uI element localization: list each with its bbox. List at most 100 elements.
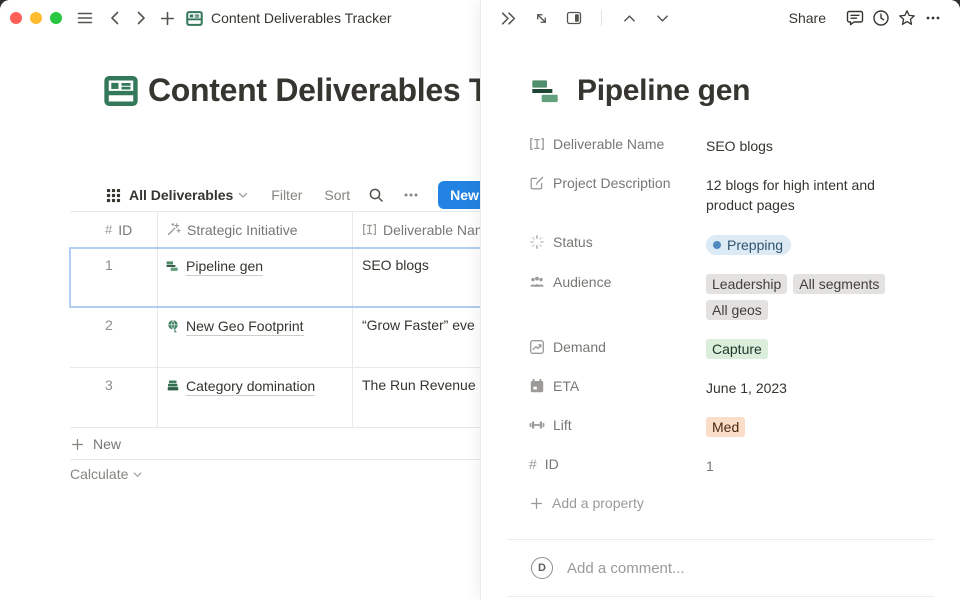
property-value[interactable]: 12 blogs for high intent and product pag…	[706, 167, 934, 223]
page-link[interactable]: New Geo Footprint	[186, 317, 304, 336]
next-record-icon[interactable]	[649, 5, 675, 31]
dumbbell-icon	[529, 417, 545, 433]
property-row-eta: ETA June 1, 2023	[529, 370, 934, 406]
property-label[interactable]: Lift	[529, 409, 706, 441]
titlebar: Content Deliverables Tracker	[0, 0, 480, 36]
zoom-window-button[interactable]	[50, 12, 62, 24]
filter-button[interactable]: Filter	[271, 187, 302, 203]
expand-full-page-icon[interactable]	[528, 5, 554, 31]
property-value[interactable]: SEO blogs	[706, 128, 934, 164]
globe-icon	[166, 317, 180, 333]
search-icon[interactable]	[368, 187, 384, 203]
property-row-audience: Audience Leadership All segments All geo…	[529, 266, 934, 328]
audience-tag[interactable]: Leadership	[706, 274, 787, 294]
minimize-window-button[interactable]	[30, 12, 42, 24]
property-label[interactable]: Project Description	[529, 167, 706, 199]
comments-icon[interactable]	[842, 5, 868, 31]
view-chevron-down-icon[interactable]	[237, 189, 249, 201]
panel-divider	[507, 539, 934, 540]
app-window: Content Deliverables Tracker Content Del…	[0, 0, 960, 600]
property-row-project-description: Project Description 12 blogs for high in…	[529, 167, 934, 223]
property-value[interactable]: Leadership All segments All geos	[706, 266, 934, 328]
comment-composer[interactable]: D Add a comment...	[531, 557, 934, 579]
comment-input-placeholder[interactable]: Add a comment...	[567, 560, 685, 577]
column-header-strategic-initiative[interactable]: Strategic Initiative	[158, 212, 353, 247]
audience-tag[interactable]: All geos	[706, 300, 768, 320]
title-property-icon	[362, 222, 377, 237]
cell-strategic-initiative[interactable]: Category domination	[158, 368, 353, 427]
more-options-icon[interactable]	[402, 186, 420, 204]
forward-icon[interactable]	[128, 5, 154, 31]
column-header-id[interactable]: # ID	[70, 212, 158, 247]
plus-icon	[70, 437, 85, 452]
cell-id: 2	[70, 308, 158, 367]
database-page-icon[interactable]	[104, 74, 138, 108]
share-button[interactable]: Share	[789, 10, 826, 26]
cell-id: 1	[70, 248, 158, 307]
page-more-options-icon[interactable]	[920, 5, 946, 31]
property-row-lift: Lift Med	[529, 409, 934, 445]
record-header: Pipeline gen	[531, 74, 750, 108]
property-label[interactable]: ETA	[529, 370, 706, 402]
favorite-star-icon[interactable]	[894, 5, 920, 31]
people-icon	[529, 274, 545, 290]
title-property-icon	[529, 136, 545, 152]
property-value[interactable]: Med	[706, 409, 934, 445]
status-pill[interactable]: Prepping	[706, 235, 791, 255]
property-label[interactable]: # ID	[529, 448, 706, 480]
comment-bottom-divider	[507, 596, 934, 597]
cell-strategic-initiative[interactable]: Pipeline gen	[158, 248, 353, 307]
view-name[interactable]: All Deliverables	[129, 187, 233, 203]
property-value[interactable]: Capture	[706, 331, 934, 367]
page-link[interactable]: Pipeline gen	[186, 257, 263, 276]
cell-id: 3	[70, 368, 158, 427]
calendar-icon	[529, 378, 545, 394]
close-window-button[interactable]	[10, 12, 22, 24]
lift-tag[interactable]: Med	[706, 417, 745, 437]
edit-text-icon	[529, 175, 545, 191]
user-avatar: D	[531, 557, 553, 579]
property-value[interactable]: 1	[706, 448, 934, 484]
sidebar-menu-icon[interactable]	[72, 5, 98, 31]
updates-clock-icon[interactable]	[868, 5, 894, 31]
property-value[interactable]: Prepping	[706, 226, 934, 263]
property-label[interactable]: Audience	[529, 266, 706, 298]
hash-icon: #	[105, 222, 112, 237]
plus-icon	[529, 496, 544, 511]
cell-strategic-initiative[interactable]: New Geo Footprint	[158, 308, 353, 367]
new-tab-icon[interactable]	[154, 5, 180, 31]
demand-tag[interactable]: Capture	[706, 339, 768, 359]
previous-record-icon[interactable]	[616, 5, 642, 31]
property-value[interactable]: June 1, 2023	[706, 370, 934, 406]
status-dot	[713, 241, 721, 249]
property-row-id: # ID 1	[529, 448, 934, 484]
sort-button[interactable]: Sort	[324, 187, 350, 203]
breadcrumb[interactable]: Content Deliverables Tracker	[186, 10, 392, 27]
database-toolbar: All Deliverables Filter Sort New	[106, 180, 518, 210]
property-list: Deliverable Name SEO blogs Project Descr…	[529, 128, 934, 519]
side-peek-mode-icon[interactable]	[561, 5, 587, 31]
side-peek-panel: Share Pipeline gen	[480, 0, 960, 600]
pipeline-bars-icon	[166, 257, 180, 273]
window-controls	[10, 12, 62, 24]
books-stack-icon	[166, 377, 180, 393]
property-row-status: Status Prepping	[529, 226, 934, 263]
calculate-button[interactable]: Calculate	[70, 466, 143, 482]
database-doc-icon	[186, 10, 203, 27]
property-label[interactable]: Status	[529, 226, 706, 258]
property-label[interactable]: Demand	[529, 331, 706, 363]
close-peek-double-chevron-icon[interactable]	[495, 5, 521, 31]
hash-icon: #	[529, 456, 537, 472]
back-icon[interactable]	[102, 5, 128, 31]
trend-chart-icon	[529, 339, 545, 355]
record-title[interactable]: Pipeline gen	[577, 74, 750, 108]
page-link[interactable]: Category domination	[186, 377, 315, 396]
property-row-deliverable-name: Deliverable Name SEO blogs	[529, 128, 934, 164]
pipeline-bars-icon[interactable]	[531, 75, 563, 107]
status-spinner-icon	[529, 234, 545, 250]
table-view-icon[interactable]	[106, 188, 121, 203]
audience-tag[interactable]: All segments	[793, 274, 885, 294]
property-label[interactable]: Deliverable Name	[529, 128, 706, 160]
add-property-button[interactable]: Add a property	[529, 487, 934, 519]
panel-topbar: Share	[481, 0, 960, 36]
